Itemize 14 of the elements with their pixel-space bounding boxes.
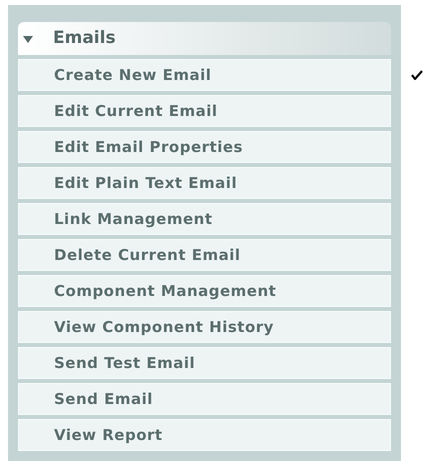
menu-item[interactable]: View Component History bbox=[18, 311, 391, 343]
expand-triangle-icon bbox=[22, 34, 34, 44]
menu-item[interactable]: Edit Email Properties bbox=[18, 131, 391, 163]
menu-item[interactable]: Link Management bbox=[18, 203, 391, 235]
menu-item[interactable]: Send Email bbox=[18, 383, 391, 415]
menu-item[interactable]: View Report bbox=[18, 419, 391, 451]
menu-item[interactable]: Edit Current Email bbox=[18, 95, 391, 127]
checkmark-icon bbox=[411, 70, 423, 80]
menu-item[interactable]: Component Management bbox=[18, 275, 391, 307]
emails-header[interactable]: Emails bbox=[18, 22, 391, 55]
menu-item[interactable]: Delete Current Email bbox=[18, 239, 391, 271]
menu-item[interactable]: Create New Email bbox=[18, 59, 391, 91]
menu-item[interactable]: Edit Plain Text Email bbox=[18, 167, 391, 199]
menu-item[interactable]: Send Test Email bbox=[18, 347, 391, 379]
